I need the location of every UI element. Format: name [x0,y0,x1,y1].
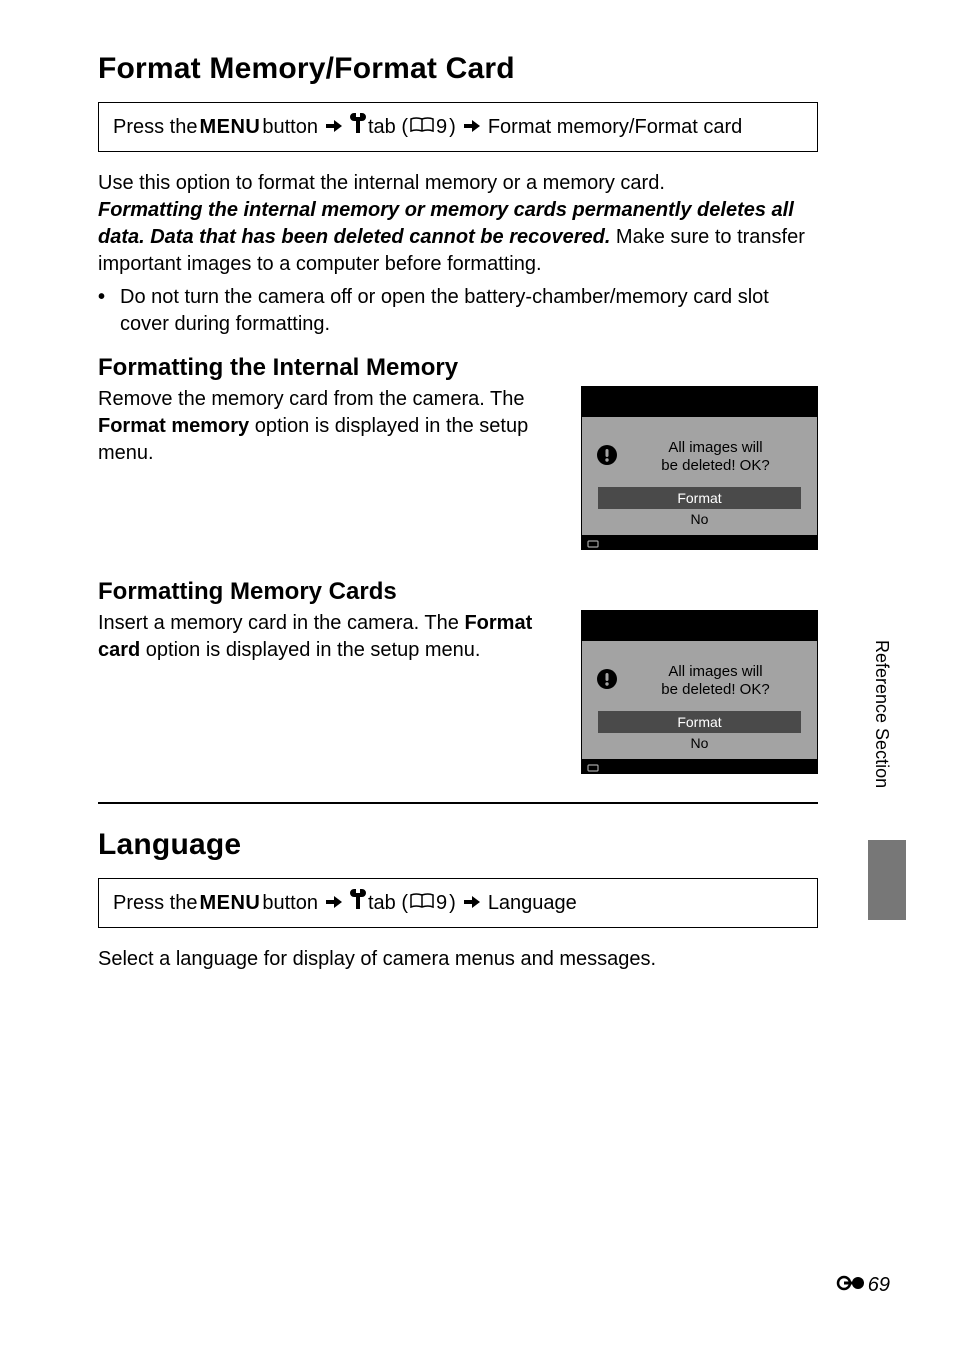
menu-label: MENU [199,889,260,917]
nav-text: ) [449,889,456,917]
sub1-pre: Remove the memory card from the camera. … [98,388,524,410]
screen-top-bar [582,611,817,641]
section-divider [98,802,818,804]
screen-msg-l2: be deleted! OK? [661,681,769,698]
page-title-format: Format Memory/Format Card [98,52,818,86]
nav-text: tab ( [368,113,408,141]
arrow-right-icon [326,889,342,917]
screen-bottom-bar [582,759,817,773]
back-icon [586,760,600,778]
arrow-right-icon [464,889,480,917]
side-tab-marker [868,840,906,920]
screen-option-no: No [598,733,801,755]
intro-line1: Use this option to format the internal m… [98,172,665,194]
bullet-text: Do not turn the camera off or open the b… [120,284,818,338]
screen-bottom-bar [582,535,817,549]
page-title-language: Language [98,828,818,862]
nav-page-ref: 9 [436,889,447,917]
nav-text: Press the [113,113,197,141]
sub1-bold: Format memory [98,415,249,437]
language-body: Select a language for display of camera … [98,946,818,973]
nav-dest: Format memory/Format card [488,113,742,141]
screen-msg-l1: All images will [668,439,762,456]
nav-text: ) [449,113,456,141]
nav-path-format: Press the MENU button tab ( 9 ) Format m… [98,102,818,152]
nav-text: tab ( [368,889,408,917]
nav-page-ref: 9 [436,113,447,141]
screen-msg-l2: be deleted! OK? [661,457,769,474]
bullet-item: • Do not turn the camera off or open the… [98,284,818,338]
arrow-right-icon [464,113,480,141]
screen-option-no: No [598,509,801,531]
bullet-dot-icon: • [98,284,120,338]
arrow-right-icon [326,113,342,141]
sub1-text: Remove the memory card from the camera. … [98,386,557,467]
nav-text: button [262,889,318,917]
warning-circle-icon [596,444,618,471]
book-icon [410,113,434,141]
camera-screen-mock: All images will be deleted! OK? Format N… [581,610,818,774]
wrench-icon [350,113,366,141]
wrench-icon [350,889,366,917]
book-icon [410,889,434,917]
side-section-label: Reference Section [871,640,892,788]
screen-top-bar [582,387,817,417]
sub2-text: Insert a memory card in the camera. The … [98,610,557,664]
menu-label: MENU [199,113,260,141]
camera-screen-mock: All images will be deleted! OK? Format N… [581,386,818,550]
sub2-pre: Insert a memory card in the camera. The [98,612,464,634]
subheading-internal-memory: Formatting the Internal Memory [98,354,818,382]
warning-circle-icon [596,668,618,695]
page-number: 69 [868,1274,890,1297]
sub2-post: option is displayed in the setup menu. [140,639,480,661]
screen-msg-l1: All images will [668,663,762,680]
intro-paragraph: Use this option to format the internal m… [98,170,818,278]
section-link-icon [836,1274,866,1297]
subheading-memory-cards: Formatting Memory Cards [98,578,818,606]
screen-option-format: Format [598,711,801,733]
nav-text: button [262,113,318,141]
back-icon [586,536,600,554]
screen-option-format: Format [598,487,801,509]
nav-text: Press the [113,889,197,917]
page-footer: 69 [836,1274,890,1297]
nav-path-language: Press the MENU button tab ( 9 ) Language [98,878,818,928]
nav-dest: Language [488,889,577,917]
